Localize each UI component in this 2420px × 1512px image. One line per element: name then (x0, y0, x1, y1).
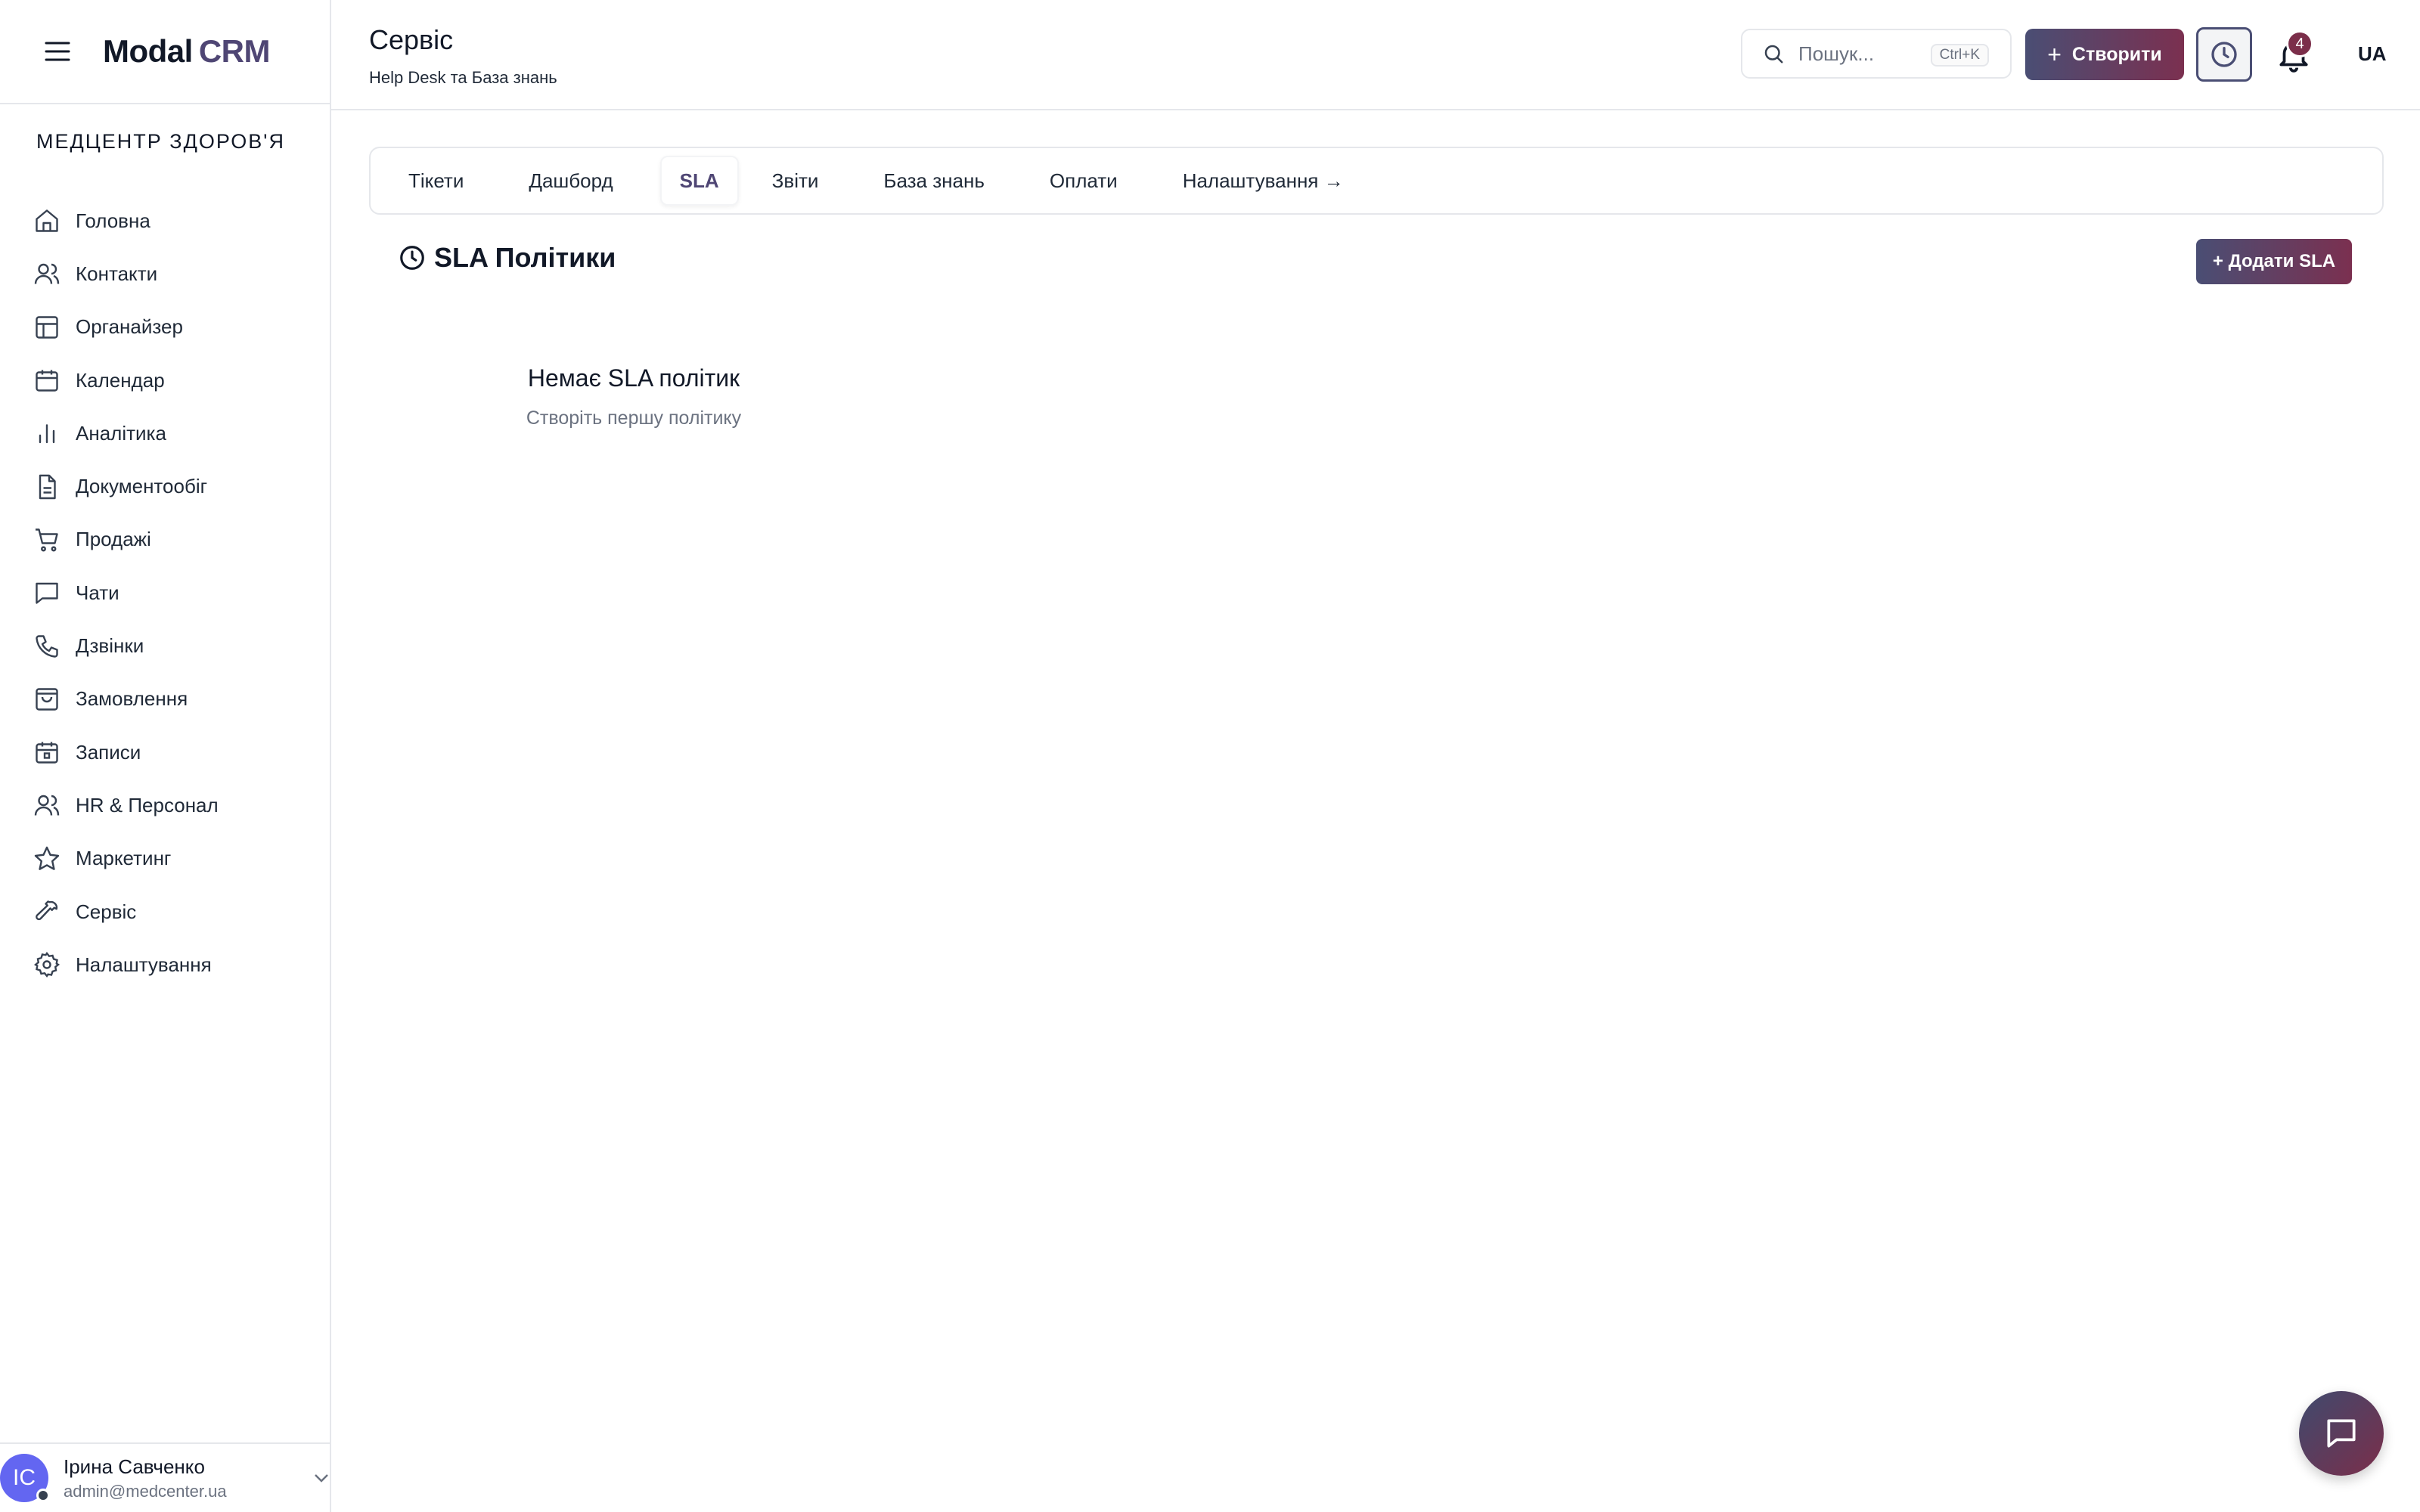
wrench-icon (36, 900, 58, 921)
file-icon (39, 474, 56, 499)
sidebar-item-label: Чати (76, 581, 119, 604)
sidebar-item-sales[interactable]: Продажі (0, 513, 330, 566)
chat-icon (2327, 1419, 2356, 1448)
search-icon (1764, 45, 1783, 64)
team-icon (34, 795, 60, 816)
tab-reports[interactable]: Звіти (754, 156, 837, 206)
user-name: Ірина Савченко (64, 1455, 205, 1478)
status-dot (36, 1489, 50, 1502)
page-subtitle: Help Desk та База знань (369, 68, 557, 87)
cart-icon (36, 528, 58, 552)
language-switcher[interactable]: UA (2358, 42, 2387, 66)
chevron-down-icon (315, 1474, 328, 1483)
chat-icon (36, 583, 58, 604)
shopping-bag-icon (36, 688, 58, 711)
bar-chart-icon (39, 424, 55, 444)
sidebar-item-label: Аналітика (76, 421, 166, 445)
tab-settings[interactable]: Налаштування → (1165, 156, 1362, 206)
avatar-initials: ІС (13, 1465, 36, 1490)
sidebar-item-organizer[interactable]: Органайзер (0, 301, 330, 354)
phone-icon (36, 634, 58, 658)
menu-icon[interactable] (42, 36, 73, 67)
sidebar-item-calendar[interactable]: Календар (0, 354, 330, 407)
search-placeholder: Пошук... (1798, 42, 1875, 65)
tab-payments[interactable]: Оплати (1032, 156, 1136, 206)
gear-icon (33, 952, 60, 978)
org-name: МЕДЦЕНТР ЗДОРОВ'Я (36, 130, 285, 153)
sidebar-item-label: Календар (76, 368, 165, 392)
app-logo[interactable]: Modal CRM (103, 33, 270, 70)
tab-dashboard[interactable]: Дашборд (510, 156, 631, 206)
search-input[interactable]: Пошук... Ctrl+K (1741, 29, 2012, 79)
sidebar-item-label: Записи (76, 740, 141, 764)
sidebar-item-service[interactable]: Сервіс (0, 885, 330, 938)
sidebar-item-chats[interactable]: Чати (0, 566, 330, 619)
users-icon (34, 264, 60, 285)
sidebar-item-hr[interactable]: HR & Персонал (0, 779, 330, 832)
clock-icon (400, 246, 424, 270)
sidebar-item-orders[interactable]: Замовлення (0, 673, 330, 726)
section-title: SLA Політики (398, 242, 616, 274)
plus-icon: + (2047, 40, 2062, 68)
notification-badge: 4 (2286, 30, 2313, 57)
sidebar-item-label: Документообіг (76, 475, 208, 498)
empty-state-title: Немає SLA політик (527, 364, 740, 392)
sidebar-item-label: Сервіс (76, 900, 137, 923)
sidebar-nav: Головна Контакти Органайзер Календар Ана… (0, 194, 330, 991)
sidebar-item-home[interactable]: Головна (0, 194, 330, 247)
create-label: Створити (2071, 43, 2162, 65)
user-email: admin@medcenter.ua (64, 1481, 227, 1501)
sidebar-item-label: Дзвінки (76, 634, 144, 658)
section-title-text: SLA Політики (434, 242, 616, 273)
sidebar-item-label: Маркетинг (76, 847, 172, 870)
sidebar-item-analytics[interactable]: Аналітика (0, 407, 330, 460)
logo-accent: CRM (198, 33, 271, 69)
sidebar-item-contacts[interactable]: Контакти (0, 247, 330, 300)
sidebar-item-label: Продажі (76, 528, 151, 551)
sidebar-item-marketing[interactable]: Маркетинг (0, 832, 330, 885)
tab-sla[interactable]: SLA (659, 156, 739, 206)
sidebar-item-label: Налаштування (76, 953, 212, 976)
sidebar-item-appointments[interactable]: Записи (0, 726, 330, 779)
logo-main: Modal (103, 33, 193, 69)
search-shortcut: Ctrl+K (1930, 44, 1989, 67)
sidebar-item-label: HR & Персонал (76, 793, 219, 816)
home-icon (36, 209, 58, 232)
tab-tickets[interactable]: Тікети (390, 156, 482, 206)
empty-state: Немає SLA політик Створіть першу політик… (479, 364, 788, 429)
create-button[interactable]: + Створити (2025, 29, 2184, 80)
star-icon (34, 846, 60, 870)
avatar: ІС (0, 1454, 50, 1502)
sidebar-header: Modal CRM (0, 0, 330, 104)
sidebar-item-label: Органайзер (76, 315, 183, 339)
tab-knowledge-base[interactable]: База знань (865, 156, 1002, 206)
page-title: Сервіс (369, 24, 454, 55)
sidebar-item-label: Головна (76, 209, 150, 232)
sidebar-item-documents[interactable]: Документообіг (0, 460, 330, 513)
sidebar-item-label: Контакти (76, 262, 158, 285)
user-info: Ірина Савченко admin@medcenter.ua (64, 1455, 227, 1501)
layout-icon (36, 316, 58, 339)
top-header: Сервіс Help Desk та База знань Пошук... … (331, 0, 2420, 110)
user-menu[interactable]: ІС Ірина Савченко admin@medcenter.ua (0, 1442, 331, 1512)
sidebar: Modal CRM МЕДЦЕНТР ЗДОРОВ'Я Головна Конта… (0, 0, 331, 1512)
service-tabs: Тікети Дашборд SLA Звіти База знань Опла… (369, 147, 2384, 215)
calendar-check-icon (36, 742, 58, 764)
empty-state-subtitle: Створіть першу політику (526, 407, 742, 429)
clock-icon (2211, 42, 2237, 67)
sidebar-item-settings[interactable]: Налаштування (0, 938, 330, 991)
add-sla-button[interactable]: + Додати SLA (2196, 239, 2352, 284)
chat-widget-button[interactable] (2299, 1391, 2384, 1476)
time-tracker-button[interactable] (2196, 27, 2252, 82)
calendar-icon (36, 370, 58, 392)
sidebar-item-calls[interactable]: Дзвінки (0, 619, 330, 672)
sidebar-item-label: Замовлення (76, 687, 188, 711)
